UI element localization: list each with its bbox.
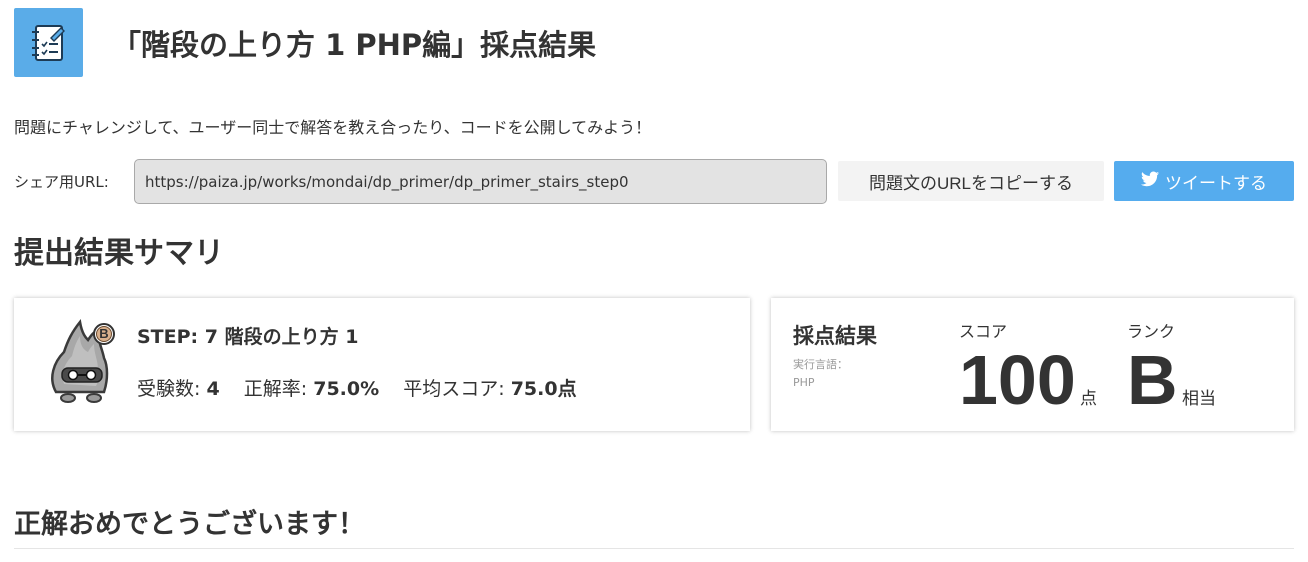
step-stats: 受験数: 4 正解率: 75.0% 平均スコア: 75.0点 bbox=[137, 374, 577, 401]
rank-value: B bbox=[1127, 341, 1178, 419]
score-label: スコア bbox=[959, 322, 1008, 341]
share-url-label: シェア用URL: bbox=[14, 173, 109, 191]
mascot-character-icon: B bbox=[42, 318, 132, 414]
examinees-value: 4 bbox=[206, 378, 220, 400]
language-value: PHP bbox=[793, 376, 815, 389]
page-title: 「階段の上り方 1 PHP編」採点結果 bbox=[112, 28, 597, 62]
step-summary-card: B STEP: 7 階段の上り方 1 受験数: 4 正解率: 75.0% 平均ス… bbox=[14, 298, 750, 431]
tweet-label: ツイートする bbox=[1165, 173, 1267, 193]
congrats-heading: 正解おめでとうございます！ bbox=[14, 509, 365, 540]
tweet-button[interactable]: ツイートする bbox=[1114, 161, 1294, 201]
result-title: 採点結果 bbox=[793, 324, 877, 348]
examinees-label: 受験数: bbox=[137, 378, 201, 400]
intro-text: 問題にチャレンジして、ユーザー同士で解答を教え合ったり、コードを公開してみよう！ bbox=[14, 118, 652, 137]
summary-heading: 提出結果サマリ bbox=[14, 236, 224, 271]
twitter-bird-icon bbox=[1141, 171, 1159, 192]
checklist-notebook-icon bbox=[14, 8, 83, 77]
rank-unit: 相当 bbox=[1182, 389, 1216, 409]
language-label: 実行言語： bbox=[793, 358, 848, 371]
rank-badge-label: B bbox=[99, 326, 109, 341]
divider bbox=[14, 548, 1294, 549]
rank-label: ランク bbox=[1127, 322, 1176, 341]
score-result-card: 採点結果 実行言語： PHP スコア 100 点 ランク B 相当 bbox=[771, 298, 1294, 431]
average-score-value: 75.0点 bbox=[510, 378, 577, 400]
average-score-label: 平均スコア: bbox=[403, 378, 505, 400]
copy-url-button[interactable]: 問題文のURLをコピーする bbox=[838, 161, 1104, 201]
score-value: 100 bbox=[959, 341, 1076, 419]
copy-url-label: 問題文のURLをコピーする bbox=[868, 173, 1073, 193]
accuracy-value: 75.0% bbox=[313, 378, 380, 400]
accuracy-label: 正解率: bbox=[243, 378, 308, 400]
share-url-field[interactable] bbox=[134, 159, 827, 204]
step-title: STEP: 7 階段の上り方 1 bbox=[137, 326, 359, 348]
results-page: 「階段の上り方 1 PHP編」採点結果 問題にチャレンジして、ユーザー同士で解答… bbox=[0, 0, 1308, 562]
score-unit: 点 bbox=[1080, 389, 1097, 409]
